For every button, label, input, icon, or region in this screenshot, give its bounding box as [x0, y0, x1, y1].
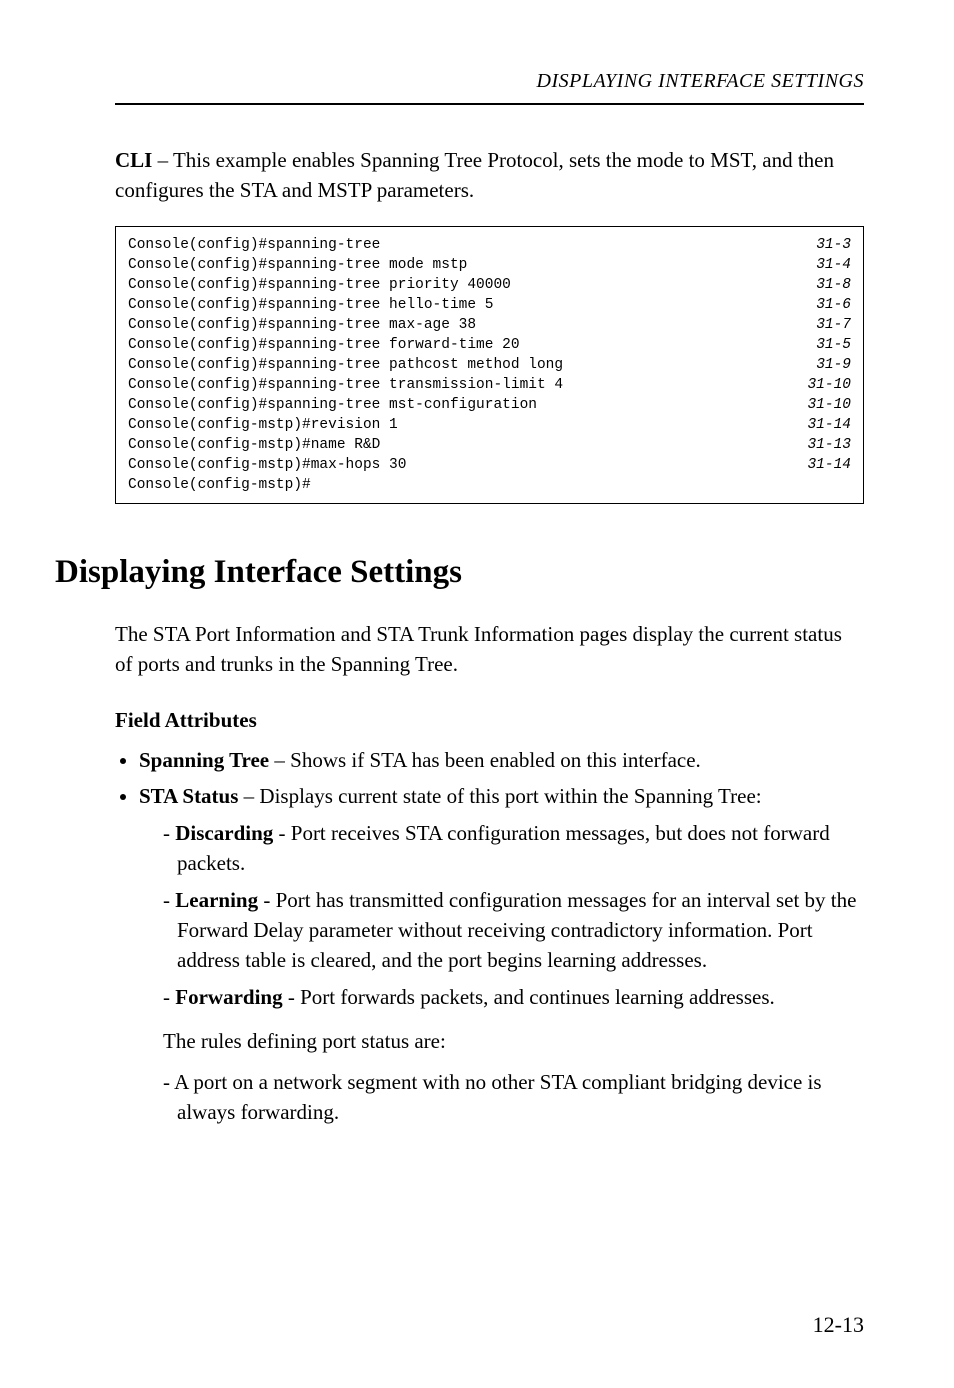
intro-paragraph: CLI – This example enables Spanning Tree… [115, 145, 864, 206]
rule-item: - A port on a network segment with no ot… [163, 1067, 864, 1128]
list-item: Forwarding - Port forwards packets, and … [163, 982, 864, 1012]
cli-line: Console(config)#spanning-tree forward-ti… [128, 335, 851, 355]
list-item: Discarding - Port receives STA configura… [163, 818, 864, 879]
cli-line: Console(config-mstp)#name R&D31-13 [128, 435, 851, 455]
list-item: STA Status – Displays current state of t… [139, 781, 864, 1127]
section-body: The STA Port Information and STA Trunk I… [115, 619, 864, 680]
cli-line: Console(config-mstp)# [128, 475, 851, 495]
cli-line: Console(config)#spanning-tree mst-config… [128, 395, 851, 415]
cli-line: Console(config)#spanning-tree31-3 [128, 235, 851, 255]
section-heading: Displaying Interface Settings [55, 554, 864, 591]
header-rule [115, 103, 864, 105]
cli-line: Console(config)#spanning-tree hello-time… [128, 295, 851, 315]
cli-line: Console(config)#spanning-tree mode mstp3… [128, 255, 851, 275]
cli-line: Console(config-mstp)#max-hops 3031-14 [128, 455, 851, 475]
rules-intro: The rules defining port status are: [163, 1026, 864, 1056]
cli-line: Console(config)#spanning-tree pathcost m… [128, 355, 851, 375]
cli-line: Console(config)#spanning-tree priority 4… [128, 275, 851, 295]
running-header: DISPLAYING INTERFACE SETTINGS [115, 70, 864, 93]
cli-line: Console(config)#spanning-tree transmissi… [128, 375, 851, 395]
attribute-list: Spanning Tree – Shows if STA has been en… [115, 745, 864, 1128]
cli-line: Console(config-mstp)#revision 131-14 [128, 415, 851, 435]
list-item: Spanning Tree – Shows if STA has been en… [139, 745, 864, 775]
cli-line: Console(config)#spanning-tree max-age 38… [128, 315, 851, 335]
state-sublist: Discarding - Port receives STA configura… [139, 818, 864, 1013]
cli-code-block: Console(config)#spanning-tree31-3 Consol… [115, 226, 864, 504]
list-item: Learning - Port has transmitted configur… [163, 885, 864, 976]
field-attributes-heading: Field Attributes [115, 708, 864, 733]
page-number: 12-13 [813, 1312, 864, 1338]
